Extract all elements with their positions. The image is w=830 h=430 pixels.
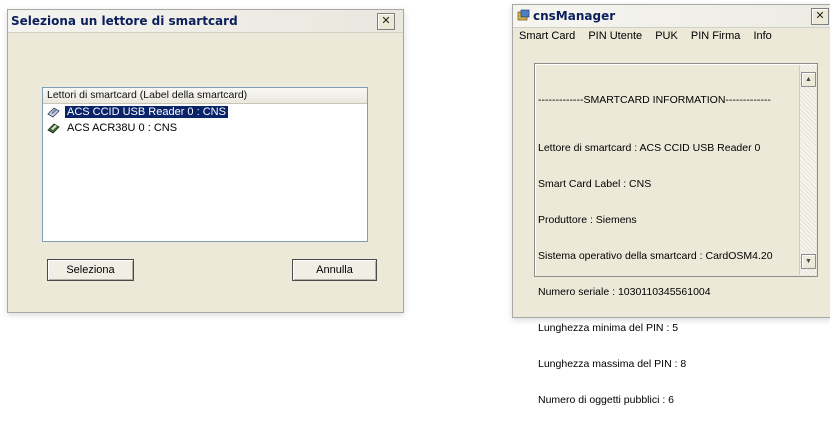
reader-list[interactable]: Lettori di smartcard (Label della smartc… bbox=[42, 87, 368, 242]
cns-manager-window: cnsManager ✕ Smart Card PIN Utente PUK P… bbox=[512, 4, 830, 406]
select-button[interactable]: Seleziona bbox=[47, 259, 134, 281]
info-line-os: Sistema operativo della smartcard : Card… bbox=[538, 250, 773, 262]
info-line-label: Smart Card Label : CNS bbox=[538, 178, 652, 190]
cns-manager-titlebar[interactable]: cnsManager ✕ bbox=[513, 5, 830, 28]
cns-manager-title: cnsManager bbox=[533, 9, 616, 23]
menu-smart-card[interactable]: Smart Card bbox=[519, 28, 575, 45]
reader-list-item-label: ACS CCID USB Reader 0 : CNS bbox=[65, 106, 228, 118]
smartcard-reader-icon bbox=[47, 107, 60, 118]
select-dialog-close-button[interactable]: ✕ bbox=[377, 13, 395, 30]
cns-manager-close-button[interactable]: ✕ bbox=[811, 8, 829, 25]
smartcard-info-text: -------------SMARTCARD INFORMATION------… bbox=[538, 70, 792, 430]
cns-app-icon bbox=[517, 9, 530, 21]
menu-pin-firma[interactable]: PIN Firma bbox=[691, 28, 741, 45]
scroll-down-arrow-icon[interactable]: ▼ bbox=[801, 254, 816, 269]
info-line-pin-max: Lunghezza massima del PIN : 8 bbox=[538, 358, 687, 370]
scroll-up-arrow-icon[interactable]: ▲ bbox=[801, 72, 816, 87]
smartcard-reader-icon bbox=[47, 123, 60, 134]
info-line-reader: Lettore di smartcard : ACS CCID USB Read… bbox=[538, 142, 761, 154]
info-line-serial: Numero seriale : 1030110345561004 bbox=[538, 286, 711, 298]
info-line-public-objects: Numero di oggetti pubblici : 6 bbox=[538, 394, 674, 406]
info-line-pin-min: Lunghezza minima del PIN : 5 bbox=[538, 322, 679, 334]
reader-list-header[interactable]: Lettori di smartcard (Label della smartc… bbox=[43, 88, 367, 104]
smartcard-info-textbox[interactable]: -------------SMARTCARD INFORMATION------… bbox=[534, 63, 818, 406]
menu-pin-utente[interactable]: PIN Utente bbox=[588, 28, 642, 45]
select-reader-dialog: Seleziona un lettore di smartcard ✕ Lett… bbox=[7, 9, 404, 313]
menu-info[interactable]: Info bbox=[753, 28, 771, 45]
info-line-manufacturer: Produttore : Siemens bbox=[538, 214, 637, 226]
menu-puk[interactable]: PUK bbox=[655, 28, 678, 45]
info-scrollbar[interactable]: ▲ ▼ bbox=[799, 65, 816, 275]
menu-bar: Smart Card PIN Utente PUK PIN Firma Info bbox=[513, 28, 830, 45]
select-dialog-title: Seleziona un lettore di smartcard bbox=[11, 14, 238, 28]
select-dialog-titlebar[interactable]: Seleziona un lettore di smartcard ✕ bbox=[8, 10, 403, 33]
info-header: -------------SMARTCARD INFORMATION------… bbox=[538, 94, 771, 106]
reader-list-item[interactable]: ACS CCID USB Reader 0 : CNS bbox=[43, 104, 367, 120]
reader-list-item-label: ACS ACR38U 0 : CNS bbox=[67, 122, 178, 134]
reader-list-item[interactable]: ACS ACR38U 0 : CNS bbox=[43, 120, 367, 136]
cancel-button[interactable]: Annulla bbox=[292, 259, 377, 281]
